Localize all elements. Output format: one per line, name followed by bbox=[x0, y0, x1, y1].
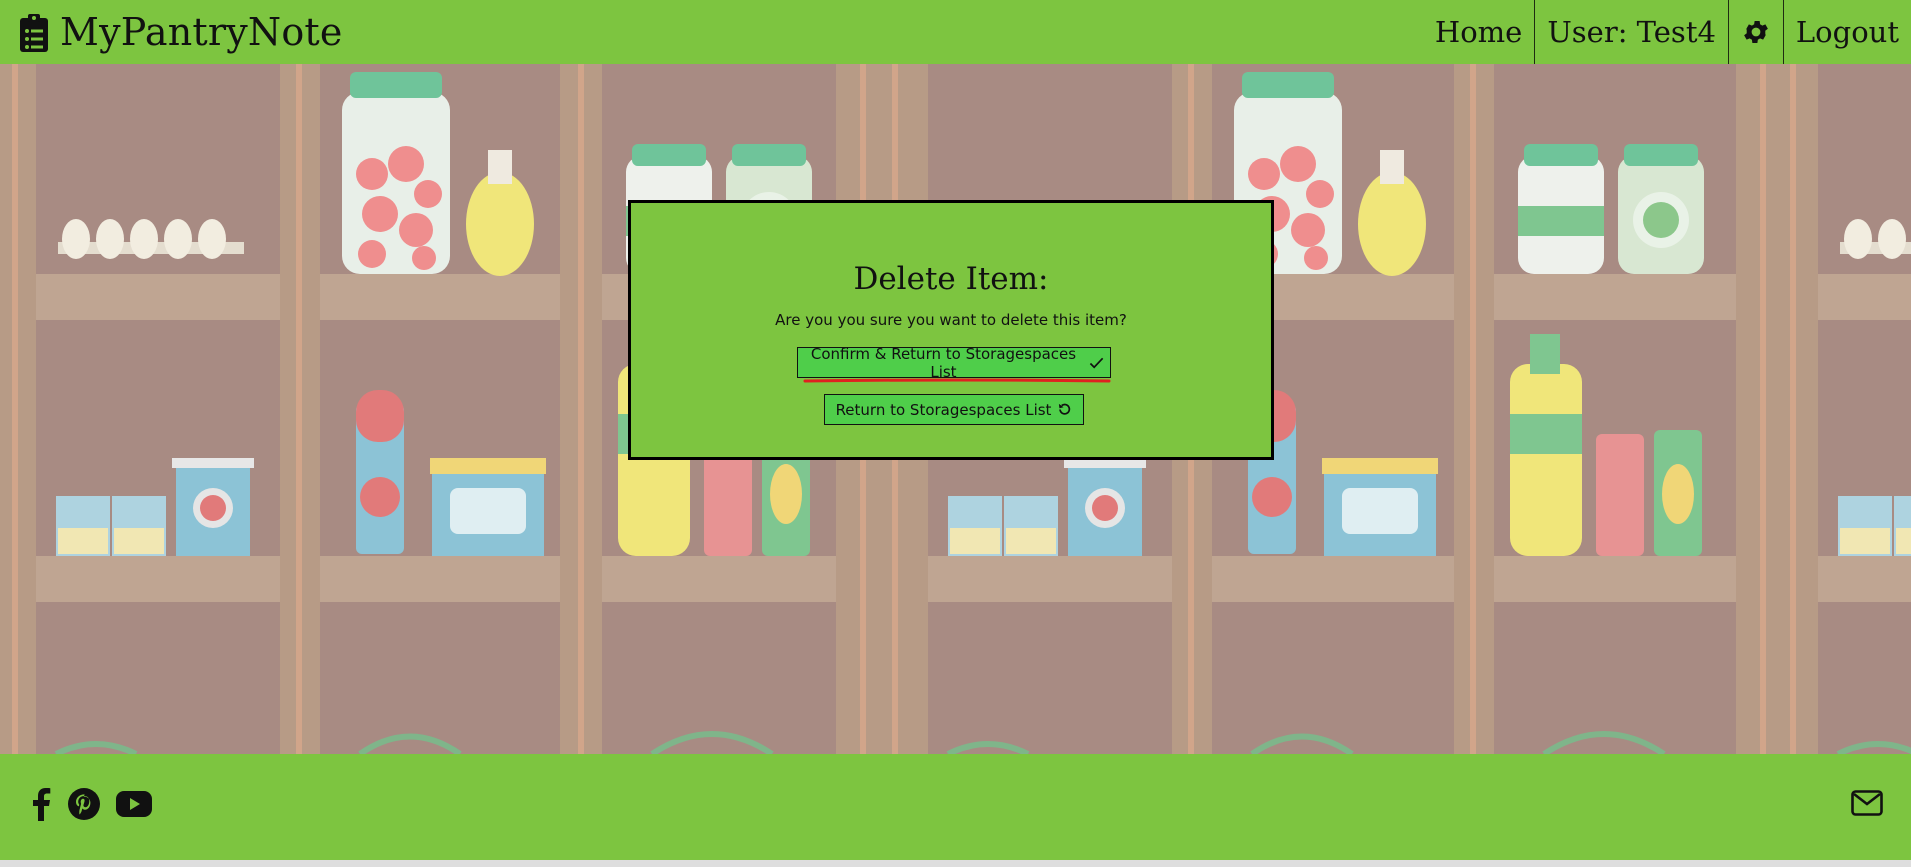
facebook-icon[interactable] bbox=[30, 787, 52, 821]
return-to-list-button[interactable]: Return to Storagespaces List bbox=[824, 394, 1084, 425]
delete-item-modal: Delete Item: Are you you sure you want t… bbox=[628, 200, 1274, 460]
modal-title: Delete Item: bbox=[853, 261, 1049, 297]
clipboard-list-icon bbox=[20, 14, 48, 52]
page-bottom-edge bbox=[0, 860, 1911, 867]
nav-logout-link[interactable]: Logout bbox=[1782, 0, 1911, 64]
envelope-icon[interactable] bbox=[1851, 790, 1883, 816]
navbar: MyPantryNote Home User: Test4 Logout bbox=[0, 0, 1911, 64]
youtube-icon[interactable] bbox=[116, 791, 152, 817]
social-links bbox=[30, 787, 152, 821]
undo-icon bbox=[1059, 403, 1071, 415]
confirm-delete-button[interactable]: Confirm & Return to Storagespaces List bbox=[797, 344, 1111, 381]
brand-link[interactable]: MyPantryNote bbox=[18, 10, 343, 54]
brand-name: MyPantryNote bbox=[60, 10, 343, 54]
check-icon bbox=[1089, 357, 1104, 368]
gear-icon bbox=[1744, 21, 1768, 43]
nav-home-link[interactable]: Home bbox=[1423, 0, 1534, 64]
confirm-button-label: Confirm & Return to Storagespaces List bbox=[810, 344, 1077, 381]
nav-user-link[interactable]: User: Test4 bbox=[1534, 0, 1728, 64]
modal-question: Are you you sure you want to delete this… bbox=[775, 311, 1127, 329]
return-button-label: Return to Storagespaces List bbox=[835, 400, 1052, 419]
nav-links: Home User: Test4 Logout bbox=[1423, 0, 1911, 64]
nav-settings-link[interactable] bbox=[1727, 0, 1783, 64]
annotation-underline bbox=[803, 378, 1111, 383]
pinterest-icon[interactable] bbox=[68, 788, 100, 820]
footer bbox=[0, 754, 1911, 860]
